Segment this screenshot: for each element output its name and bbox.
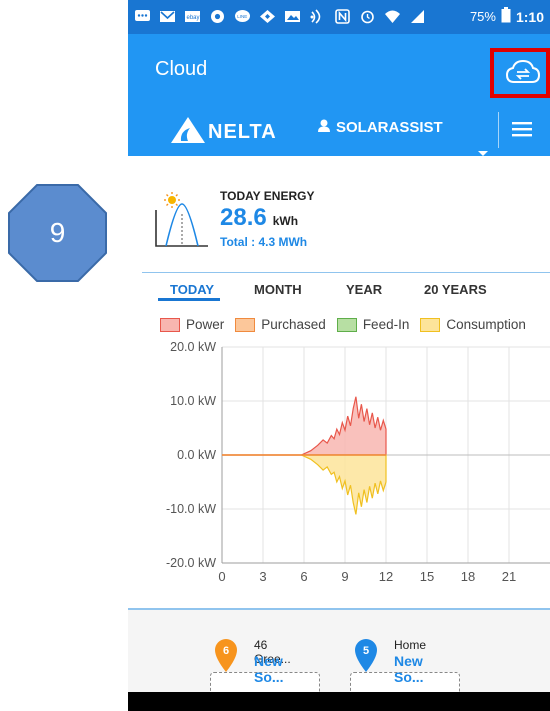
- brand-bar: NELTA SOLARASSIST: [128, 104, 550, 156]
- tab-20-years[interactable]: 20 YEARS: [424, 282, 487, 297]
- x-tick-label: 9: [341, 569, 348, 584]
- hamburger-icon[interactable]: [512, 121, 532, 142]
- y-tick-label: 20.0 kW: [170, 340, 216, 354]
- notification-icons: ebay LINE: [134, 9, 426, 24]
- cloud-sync-icon[interactable]: [505, 58, 541, 91]
- legend-item[interactable]: Consumption: [420, 317, 526, 332]
- legend-label: Feed-In: [362, 317, 410, 332]
- app-title: Cloud: [155, 58, 208, 80]
- x-tick-label: 21: [502, 569, 516, 584]
- x-tick-label: 0: [218, 569, 225, 584]
- legend-label: Power: [186, 317, 225, 332]
- clock: 1:10: [515, 8, 544, 25]
- y-tick-label: 10.0 kW: [170, 394, 216, 408]
- status-bar: ebay LINE 75% 1:10: [128, 0, 550, 34]
- ebay-icon: ebay: [184, 9, 201, 24]
- site-pin-icon: 5: [353, 637, 379, 678]
- step-badge: 9: [7, 183, 108, 283]
- user-menu[interactable]: SOLARASSIST: [318, 119, 443, 136]
- user-name: SOLARASSIST: [336, 119, 443, 136]
- brand-logo-text: NELTA: [208, 121, 277, 143]
- gmail-icon: [159, 9, 176, 24]
- x-tick-label: 12: [379, 569, 393, 584]
- site-name: Home: [394, 638, 427, 652]
- delta-logo-icon: [170, 116, 206, 149]
- legend-item[interactable]: Feed-In: [336, 317, 410, 332]
- chat-icon: [134, 9, 151, 24]
- legend-label: Consumption: [446, 317, 526, 332]
- legend-swatch: [235, 317, 256, 332]
- energy-unit: kWh: [272, 214, 299, 228]
- site-badge: 6: [223, 645, 229, 657]
- x-tick-label: 6: [300, 569, 307, 584]
- site-pin-icon: 6: [213, 637, 239, 678]
- chrome-icon: [209, 9, 226, 24]
- legend-label: Purchased: [261, 317, 326, 332]
- user-icon: [318, 119, 330, 136]
- energy-total: Total : 4.3 MWh: [220, 235, 308, 249]
- tab-year[interactable]: YEAR: [346, 282, 382, 297]
- legend-swatch: [336, 317, 357, 332]
- energy-label: TODAY ENERGY: [220, 189, 315, 203]
- legend-swatch: [160, 317, 180, 332]
- tab-month[interactable]: MONTH: [254, 282, 302, 297]
- site-badge: 5: [363, 645, 369, 657]
- x-tick-label: 15: [420, 569, 434, 584]
- battery-percent: 75%: [469, 9, 496, 24]
- nfc-signal-icon: [309, 9, 326, 24]
- divider: [498, 112, 499, 148]
- signal-icon: [409, 9, 426, 24]
- wifi-icon: [384, 9, 401, 24]
- screenshot: 9 ebay LINE 75% 1:10 Cloud NELTA SOLARAS…: [0, 0, 550, 711]
- image-icon: [284, 9, 301, 24]
- chart-legend: Power Purchased Feed-In Consumption: [160, 317, 526, 332]
- phone-screen: ebay LINE 75% 1:10 Cloud NELTA SOLARASSI…: [128, 0, 550, 711]
- y-tick-label: -10.0 kW: [166, 502, 216, 516]
- svg-text:ebay: ebay: [187, 15, 200, 21]
- x-tick-label: 18: [461, 569, 475, 584]
- line-icon: LINE: [234, 9, 251, 24]
- system-nav-bar: [128, 692, 550, 711]
- status-right: 75% 1:10: [470, 7, 544, 26]
- y-tick-label: -20.0 kW: [166, 556, 216, 570]
- tab-today[interactable]: TODAY: [170, 282, 214, 297]
- legend-item[interactable]: Purchased: [235, 317, 326, 332]
- power-chart: 0 3 6 9 12 15 18 21 20.0 kW 10.0 kW 0.0 kW -10.0 kW…: [166, 340, 550, 584]
- energy-value-row: 28.6 kWh: [220, 204, 298, 232]
- today-energy-panel: TODAY ENERGY 28.6 kWh Total : 4.3 MWh: [128, 156, 550, 270]
- step-number: 9: [49, 217, 66, 248]
- alarm-icon: [359, 9, 376, 24]
- n-icon: [334, 9, 351, 24]
- period-tabs: TODAY MONTH YEAR 20 YEARS: [142, 272, 550, 301]
- energy-value: 28.6: [220, 204, 267, 231]
- svg-text:LINE: LINE: [237, 14, 247, 19]
- legend-item[interactable]: Power: [160, 317, 224, 332]
- legend-swatch: [420, 317, 441, 332]
- nav-icon: [259, 9, 276, 24]
- x-tick-label: 3: [259, 569, 266, 584]
- battery-icon: [501, 7, 511, 26]
- app-bar: Cloud: [128, 34, 550, 104]
- y-tick-label: 0.0 kW: [177, 448, 216, 462]
- active-tab-indicator: [158, 298, 220, 301]
- solar-curve-icon: [154, 192, 210, 253]
- site-status: New So...: [254, 653, 284, 685]
- site-status: New So...: [394, 653, 424, 685]
